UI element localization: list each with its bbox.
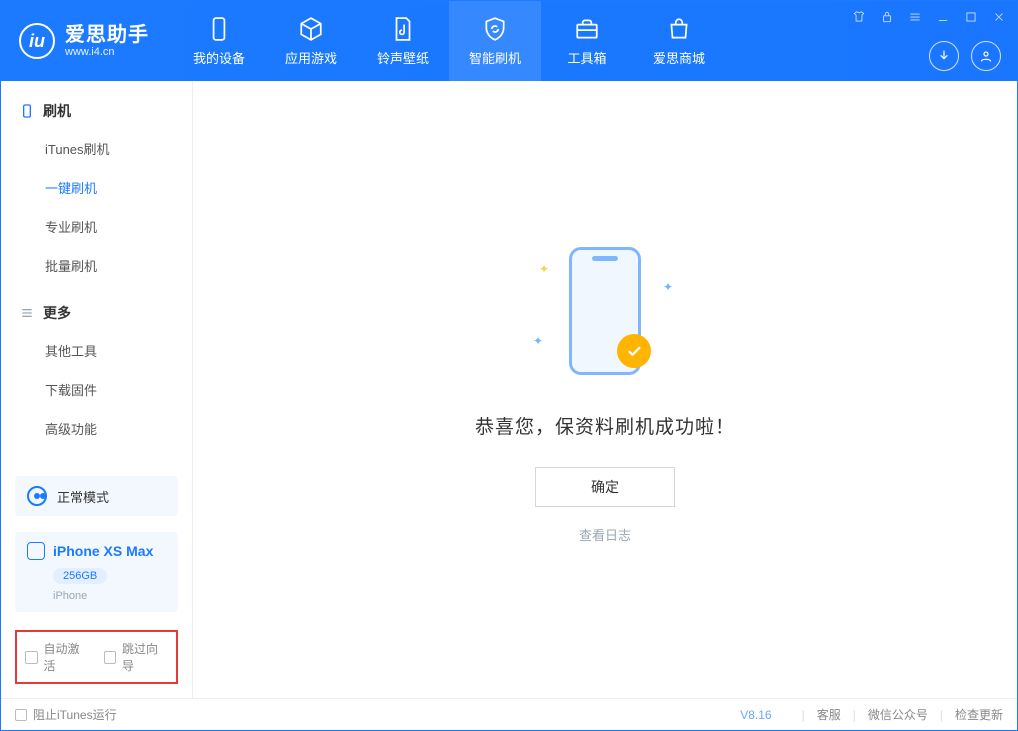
top-nav: 我的设备 应用游戏 铃声壁纸 智能刷机 工具箱 爱思商城 (173, 1, 725, 81)
header-actions (929, 41, 1001, 71)
app-name: 爱思助手 (65, 24, 149, 46)
header: iu 爱思助手 www.i4.cn 我的设备 应用游戏 铃声壁纸 智能刷机 (1, 1, 1017, 81)
logo: iu 爱思助手 www.i4.cn (1, 23, 165, 59)
view-log-link[interactable]: 查看日志 (579, 525, 631, 544)
maximize-icon[interactable] (963, 9, 979, 25)
sidebar: 刷机 iTunes刷机 一键刷机 专业刷机 批量刷机 更多 其他工具 下载固件 … (1, 81, 193, 698)
mode-card[interactable]: 正常模式 (15, 476, 178, 516)
footer-link-wechat[interactable]: 微信公众号 (868, 706, 928, 723)
lock-icon[interactable] (879, 9, 895, 25)
ok-button[interactable]: 确定 (535, 467, 675, 507)
mode-icon (27, 486, 47, 506)
nav-store[interactable]: 爱思商城 (633, 1, 725, 81)
minimize-icon[interactable] (935, 9, 951, 25)
device-capacity: 256GB (53, 568, 107, 584)
nav-my-device[interactable]: 我的设备 (173, 1, 265, 81)
phone-icon (206, 16, 232, 42)
sidebar-item-pro-flash[interactable]: 专业刷机 (1, 207, 192, 246)
sidebar-item-advanced[interactable]: 高级功能 (1, 409, 192, 448)
cube-icon (298, 16, 324, 42)
window-controls (851, 9, 1007, 25)
sidebar-item-download-firmware[interactable]: 下载固件 (1, 370, 192, 409)
success-illustration: ✦✦✦ (515, 236, 695, 386)
footer-link-support[interactable]: 客服 (817, 706, 841, 723)
main-content: ✦✦✦ 恭喜您，保资料刷机成功啦！ 确定 查看日志 (193, 81, 1017, 698)
flash-options: 自动激活 跳过向导 (15, 630, 178, 684)
device-icon (19, 103, 35, 119)
app-window: iu 爱思助手 www.i4.cn 我的设备 应用游戏 铃声壁纸 智能刷机 (0, 0, 1018, 731)
checkbox-block-itunes[interactable]: 阻止iTunes运行 (15, 706, 117, 723)
device-type: iPhone (53, 590, 87, 602)
success-message: 恭喜您，保资料刷机成功啦！ (475, 412, 735, 439)
sidebar-heading-more: 更多 (1, 291, 192, 331)
logo-icon: iu (19, 23, 55, 59)
sidebar-item-itunes-flash[interactable]: iTunes刷机 (1, 129, 192, 168)
nav-ringtones[interactable]: 铃声壁纸 (357, 1, 449, 81)
footer: 阻止iTunes运行 V8.16 | 客服 | 微信公众号 | 检查更新 (1, 698, 1017, 730)
app-url: www.i4.cn (65, 46, 149, 58)
nav-flash[interactable]: 智能刷机 (449, 1, 541, 81)
checkbox-auto-activate[interactable]: 自动激活 (25, 640, 90, 674)
nav-apps[interactable]: 应用游戏 (265, 1, 357, 81)
device-name: iPhone XS Max (53, 543, 153, 559)
mode-label: 正常模式 (57, 487, 109, 506)
device-small-icon (27, 542, 45, 560)
sidebar-item-oneclick-flash[interactable]: 一键刷机 (1, 168, 192, 207)
body: 刷机 iTunes刷机 一键刷机 专业刷机 批量刷机 更多 其他工具 下载固件 … (1, 81, 1017, 698)
download-button[interactable] (929, 41, 959, 71)
close-icon[interactable] (991, 9, 1007, 25)
version-label: V8.16 (740, 708, 771, 722)
sidebar-heading-flash: 刷机 (1, 89, 192, 129)
nav-toolbox[interactable]: 工具箱 (541, 1, 633, 81)
shield-sync-icon (482, 16, 508, 42)
footer-link-update[interactable]: 检查更新 (955, 706, 1003, 723)
sidebar-item-other-tools[interactable]: 其他工具 (1, 331, 192, 370)
sidebar-item-batch-flash[interactable]: 批量刷机 (1, 246, 192, 285)
device-card[interactable]: iPhone XS Max 256GB iPhone (15, 532, 178, 612)
checkbox-skip-guide[interactable]: 跳过向导 (104, 640, 169, 674)
tshirt-icon[interactable] (851, 9, 867, 25)
menu-icon[interactable] (907, 9, 923, 25)
bag-icon (666, 16, 692, 42)
music-file-icon (390, 16, 416, 42)
list-icon (19, 305, 35, 321)
toolbox-icon (574, 16, 600, 42)
check-icon (617, 334, 651, 368)
account-button[interactable] (971, 41, 1001, 71)
